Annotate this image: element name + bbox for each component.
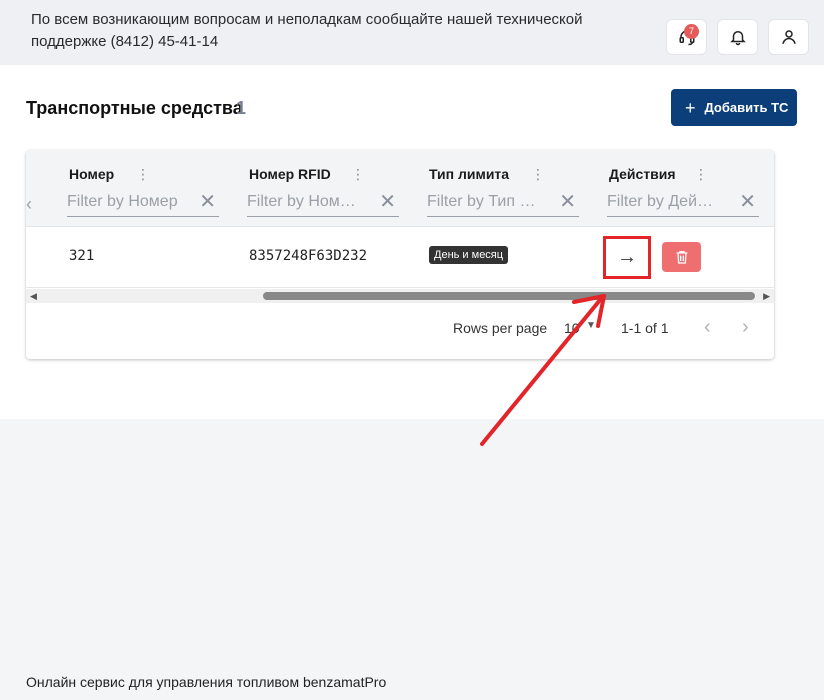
plus-icon: +: [685, 97, 696, 118]
vehicles-grid: ‹ Номер ⋮ Filter by Номер ✕ Номер RFID ⋮…: [26, 150, 774, 359]
arrow-right-icon: →: [617, 246, 637, 268]
column-menu-icon[interactable]: ⋮: [531, 164, 545, 184]
main-content: Транспортные средства 1 + Добавить ТС ‹ …: [0, 65, 824, 419]
clear-filter-icon[interactable]: ✕: [559, 192, 576, 212]
support-notice: По всем возникающим вопросам и неполадка…: [31, 11, 583, 50]
horizontal-scrollbar[interactable]: ◀ ▶: [26, 289, 774, 303]
filter-rfid-placeholder: Filter by Номер RFID: [247, 193, 359, 210]
column-header-limit-type[interactable]: Тип лимита: [429, 166, 509, 182]
column-menu-icon[interactable]: ⋮: [136, 164, 150, 184]
filter-limit-type-placeholder: Filter by Тип лимита: [427, 193, 539, 210]
column-menu-icon[interactable]: ⋮: [694, 164, 708, 184]
delete-vehicle-button[interactable]: [662, 242, 701, 272]
column-header-actions[interactable]: Действия: [609, 166, 676, 182]
chevron-left-icon[interactable]: ‹: [704, 316, 711, 339]
scrollbar-thumb[interactable]: [263, 292, 755, 300]
site-footer: Онлайн сервис для управления топливом be…: [26, 674, 387, 690]
open-vehicle-button[interactable]: →: [603, 236, 651, 279]
table-row[interactable]: 321 8357248F63D232 День и месяц →: [26, 227, 774, 288]
add-vehicle-button[interactable]: + Добавить ТС: [671, 89, 797, 126]
top-bar: По всем возникающим вопросам и неполадка…: [0, 0, 824, 65]
column-header-number[interactable]: Номер: [69, 166, 114, 182]
limit-type-chip: День и месяц: [429, 246, 509, 264]
cell-number: 321: [69, 248, 95, 264]
rows-per-page-label: Rows per page: [453, 320, 548, 336]
filter-actions-placeholder: Filter by Действия: [607, 193, 719, 210]
page-title: Транспортные средства: [26, 98, 243, 118]
filter-number-placeholder: Filter by Номер: [67, 193, 178, 210]
column-header-rfid[interactable]: Номер RFID: [249, 166, 331, 182]
add-vehicle-label: Добавить ТС: [704, 100, 789, 115]
user-icon: [781, 30, 796, 44]
support-button[interactable]: 7: [666, 19, 707, 55]
vehicle-count: 1: [236, 98, 247, 118]
column-menu-icon[interactable]: ⋮: [351, 164, 365, 184]
notifications-button[interactable]: [717, 19, 758, 55]
grid-header: ‹ Номер ⋮ Filter by Номер ✕ Номер RFID ⋮…: [26, 150, 774, 227]
profile-button[interactable]: [768, 19, 809, 55]
page-range: 1-1 of 1: [621, 320, 669, 336]
support-badge: 7: [684, 24, 699, 39]
filter-rfid[interactable]: Filter by Номер RFID ✕: [247, 189, 399, 217]
chevron-right-icon[interactable]: ›: [742, 316, 749, 339]
pagination: Rows per page 10 ▼ 1-1 of 1 ‹ ›: [26, 303, 774, 359]
scroll-right-icon[interactable]: ▶: [763, 291, 770, 302]
rows-per-page-select[interactable]: 10: [564, 320, 580, 336]
clear-filter-icon[interactable]: ✕: [379, 192, 396, 212]
caret-down-icon[interactable]: ▼: [586, 320, 596, 331]
trash-icon: [676, 251, 687, 264]
filter-actions[interactable]: Filter by Действия ✕: [607, 189, 759, 217]
scroll-left-icon[interactable]: ◀: [30, 291, 37, 302]
clear-filter-icon[interactable]: ✕: [739, 192, 756, 212]
filter-number[interactable]: Filter by Номер ✕: [67, 189, 219, 217]
bell-icon: [729, 31, 746, 46]
chevron-left-icon[interactable]: ‹: [26, 194, 32, 215]
cell-rfid: 8357248F63D232: [249, 248, 368, 264]
filter-limit-type[interactable]: Filter by Тип лимита ✕: [427, 189, 579, 217]
clear-filter-icon[interactable]: ✕: [199, 192, 216, 212]
